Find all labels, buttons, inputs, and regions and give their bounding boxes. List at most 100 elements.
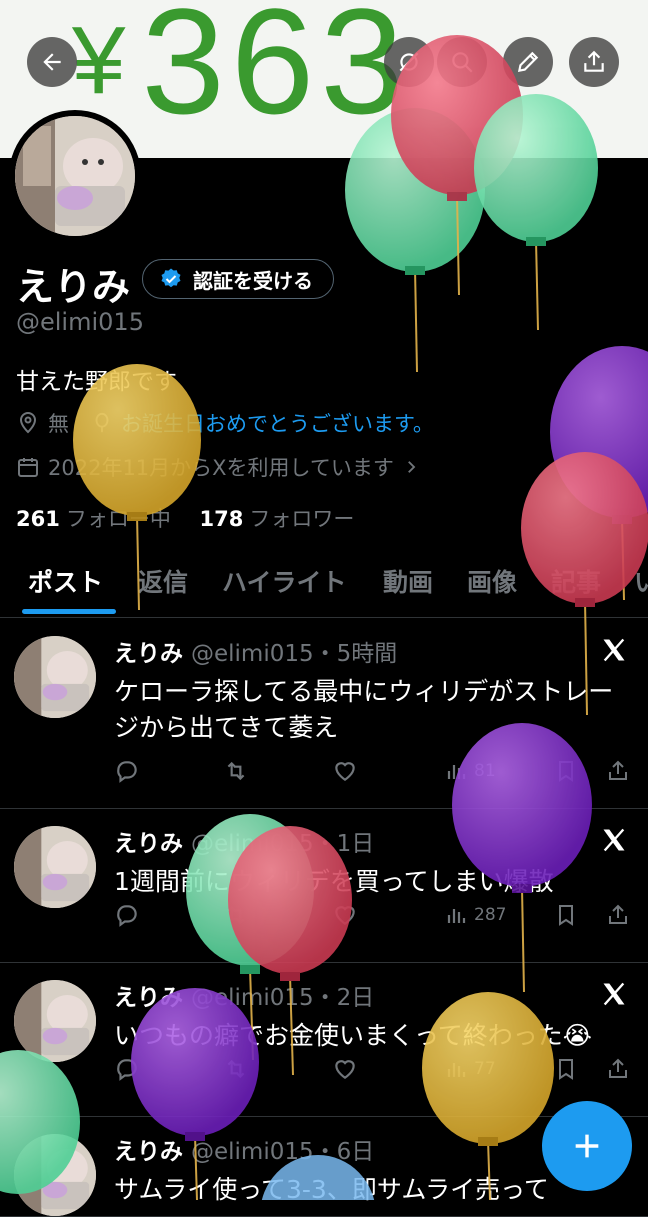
share-tweet-button[interactable] — [606, 1056, 630, 1082]
like-icon — [335, 762, 355, 781]
back-arrow-icon — [43, 53, 61, 71]
profile-bio: 甘えた野郎です — [16, 369, 177, 395]
reply-icon — [117, 761, 137, 783]
mute-icon — [399, 52, 419, 72]
avatar-image — [14, 980, 96, 1062]
like-button[interactable] — [332, 758, 358, 784]
tweet-meta: @elimi015・6日 — [191, 1139, 375, 1165]
tweet[interactable]: えりみ @elimi015・5時間 ケローラ探してる最中にウィリデがストレージから… — [0, 618, 648, 809]
search-icon — [452, 52, 473, 73]
get-verified-button[interactable]: 認証を受ける — [142, 259, 334, 299]
tab-videos[interactable]: 動画 — [383, 563, 433, 599]
profile-handle: @elimi015 — [16, 308, 144, 336]
tweet-header: えりみ @elimi015・1日 — [114, 824, 374, 858]
share-tweet-button[interactable] — [606, 902, 630, 928]
tab-posts[interactable]: ポスト — [28, 563, 103, 599]
edit-button[interactable] — [503, 37, 553, 87]
tweet-actions: 81 — [114, 758, 634, 788]
tweet-meta: @elimi015・5時間 — [191, 641, 398, 667]
tweet[interactable]: えりみ @elimi015・2日 いつもの癖でお金使いまくって終わった😭 77 — [0, 962, 648, 1117]
profile-tabs: ポスト 返信 ハイライト 動画 画像 記事 い — [0, 555, 648, 618]
bookmark-button[interactable] — [554, 902, 578, 928]
tweet-author-name[interactable]: えりみ — [114, 985, 183, 1011]
share-icon — [609, 904, 627, 924]
tab-replies[interactable]: 返信 — [138, 563, 188, 599]
views-icon — [447, 1063, 466, 1077]
tweet-header: えりみ @elimi015・2日 — [114, 978, 374, 1012]
tweet-avatar[interactable] — [14, 826, 96, 908]
profile-avatar[interactable] — [9, 110, 141, 242]
tweet-meta: @elimi015・1日 — [191, 831, 375, 857]
retweet-button[interactable] — [222, 902, 250, 928]
bookmark-button[interactable] — [554, 758, 578, 784]
views-button[interactable]: 287 — [444, 902, 506, 928]
compose-button[interactable] — [542, 1101, 632, 1191]
tab-articles[interactable]: 記事 — [551, 563, 601, 599]
calendar-icon — [18, 458, 38, 477]
bookmark-icon — [559, 905, 573, 926]
following-link[interactable]: 261 フォロー中 — [16, 507, 171, 531]
x-logo-icon — [600, 826, 628, 858]
followers-link[interactable]: 178 フォロワー — [200, 507, 355, 531]
tweet-author-name[interactable]: えりみ — [114, 641, 183, 667]
tweet-text: いつもの癖でお金使いまくって終わった😭 — [114, 1021, 592, 1050]
share-button[interactable] — [569, 37, 619, 87]
search-button[interactable] — [437, 37, 487, 87]
views-button[interactable]: 81 — [444, 758, 496, 784]
views-icon — [447, 765, 466, 779]
reply-button[interactable] — [114, 758, 140, 784]
active-tab-indicator — [22, 609, 116, 614]
tweet-author-name[interactable]: えりみ — [114, 831, 183, 857]
like-button[interactable] — [332, 902, 358, 928]
x-logo-icon — [600, 636, 628, 668]
tab-more[interactable]: い — [634, 563, 648, 599]
bookmark-button[interactable] — [554, 1056, 578, 1082]
reply-button[interactable] — [114, 902, 140, 928]
tab-highlights[interactable]: ハイライト — [222, 563, 347, 599]
like-icon — [335, 1060, 355, 1079]
tweet-avatar[interactable] — [14, 980, 96, 1062]
get-verified-label: 認証を受ける — [193, 268, 313, 293]
retweet-icon — [227, 1059, 245, 1079]
tweet-author-name[interactable]: えりみ — [114, 1139, 183, 1165]
retweet-icon — [227, 761, 245, 781]
share-icon — [584, 50, 604, 72]
profile-joined-row[interactable]: 2022年11月からXを利用しています — [16, 452, 420, 482]
tweet-actions: 77 — [114, 1056, 634, 1086]
edit-icon — [517, 51, 539, 73]
tweet[interactable]: えりみ @elimi015・1日 1週間前にウィリデを買ってしまい爆散 287 — [0, 808, 648, 963]
like-button[interactable] — [332, 1056, 358, 1082]
like-icon — [335, 906, 355, 925]
x-logo-icon — [600, 980, 628, 1012]
views-count: 81 — [474, 761, 496, 781]
tweet-header: えりみ @elimi015・6日 — [114, 1132, 374, 1166]
views-count: 77 — [474, 1059, 496, 1079]
tweet-avatar[interactable] — [14, 1134, 96, 1216]
tweet-actions: 287 — [114, 902, 634, 932]
bookmark-icon — [559, 761, 573, 782]
tweet-meta: @elimi015・2日 — [191, 985, 375, 1011]
share-tweet-button[interactable] — [606, 758, 630, 784]
profile-location-row: 無 お誕生日おめでとうございます。 — [16, 408, 434, 438]
views-count: 287 — [474, 905, 507, 925]
tweet-avatar[interactable] — [14, 636, 96, 718]
banner-amount: ¥363 — [72, 0, 410, 145]
reply-icon — [117, 1059, 137, 1081]
mute-button[interactable] — [384, 37, 434, 87]
chevron-right-icon — [408, 461, 416, 473]
joined-date: 2022年11月からXを利用しています — [48, 456, 394, 480]
back-button[interactable] — [27, 37, 77, 87]
tab-images[interactable]: 画像 — [467, 563, 517, 599]
profile-name: えりみ — [16, 265, 131, 309]
tweet-text: 1週間前にウィリデを買ってしまい爆散 — [114, 867, 554, 896]
bookmark-icon — [559, 1059, 573, 1080]
birthday-message[interactable]: お誕生日おめでとうございます。 — [121, 408, 434, 438]
reply-button[interactable] — [114, 1056, 140, 1082]
balloon-icon — [95, 412, 109, 433]
avatar-image — [14, 826, 96, 908]
avatar-image — [14, 636, 96, 718]
views-button[interactable]: 77 — [444, 1056, 496, 1082]
retweet-button[interactable] — [222, 1056, 250, 1082]
retweet-button[interactable] — [222, 758, 250, 784]
avatar-image — [15, 116, 135, 236]
